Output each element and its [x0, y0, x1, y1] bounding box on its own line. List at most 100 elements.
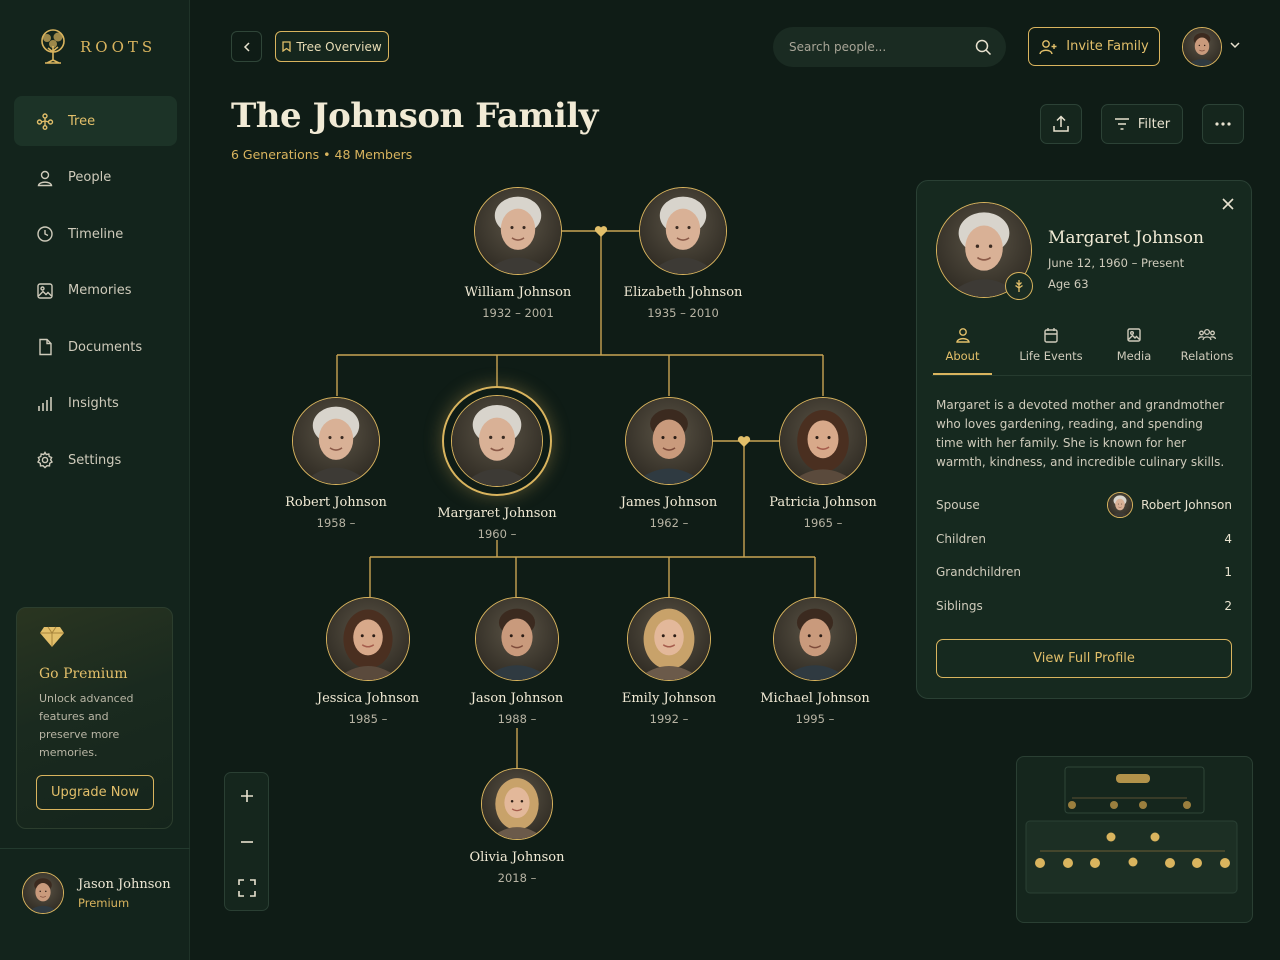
more-options-button[interactable]: [1202, 104, 1244, 144]
person-avatar: [779, 397, 867, 485]
tree-minimap[interactable]: [1016, 756, 1253, 923]
tab-relations[interactable]: Relations: [1172, 327, 1242, 375]
person-node[interactable]: William Johnson 1932 – 2001: [448, 187, 588, 320]
person-node-selected[interactable]: Margaret Johnson 1960 –: [427, 386, 567, 541]
share-button[interactable]: [1040, 104, 1082, 144]
tab-about[interactable]: About: [933, 327, 992, 375]
stat-label: Children: [936, 532, 986, 546]
gear-icon: [37, 451, 53, 469]
filter-label: Filter: [1137, 116, 1171, 132]
sidebar-item-tree[interactable]: Tree: [14, 96, 177, 146]
bookmark-icon: [282, 41, 291, 52]
tab-label: Media: [1116, 349, 1152, 363]
chevron-down-icon[interactable]: [1229, 40, 1241, 50]
sidebar-item-memories[interactable]: Memories: [14, 266, 177, 316]
person-node[interactable]: James Johnson 1962 –: [599, 397, 739, 530]
invite-family-button[interactable]: Invite Family: [1028, 27, 1160, 66]
zoom-in-button[interactable]: [225, 773, 268, 819]
tab-label: Life Events: [1019, 349, 1083, 363]
premium-title: Go Premium: [39, 666, 128, 682]
upgrade-now-button[interactable]: Upgrade Now: [36, 775, 154, 810]
search-icon[interactable]: [975, 39, 992, 56]
tab-label: Relations: [1180, 349, 1234, 363]
current-user[interactable]: Jason Johnson Premium: [22, 872, 171, 914]
calendar-icon: [1044, 328, 1058, 343]
bar-chart-icon: [38, 396, 52, 411]
account-avatar[interactable]: [1182, 27, 1222, 67]
clock-icon: [37, 226, 53, 242]
stat-spouse: Spouse Robert Johnson: [936, 492, 1232, 518]
person-name: Jason Johnson: [470, 691, 564, 706]
user-icon: [37, 170, 53, 186]
page-title: The Johnson Family: [231, 96, 598, 136]
back-button[interactable]: [231, 31, 262, 62]
person-node[interactable]: Patricia Johnson 1965 –: [753, 397, 893, 530]
person-avatar: [627, 597, 711, 681]
person-years: 1965 –: [803, 516, 843, 530]
tab-media[interactable]: Media: [1109, 327, 1159, 375]
search-input[interactable]: [789, 40, 975, 54]
stat-label: Grandchildren: [936, 565, 1021, 579]
expand-icon: [237, 879, 256, 897]
person-node[interactable]: Olivia Johnson 2018 –: [447, 768, 587, 885]
heart-icon: [594, 226, 608, 237]
sidebar-item-label: Memories: [68, 283, 132, 298]
document-icon: [39, 338, 52, 356]
sidebar-item-documents[interactable]: Documents: [14, 322, 177, 372]
diamond-icon: [40, 626, 64, 647]
stat-value: 1: [1224, 565, 1232, 579]
tab-label: About: [945, 349, 980, 363]
sidebar-item-label: People: [68, 170, 112, 185]
person-name: Elizabeth Johnson: [623, 285, 743, 300]
user-avatar: [22, 872, 64, 914]
zoom-out-button[interactable]: [225, 819, 268, 865]
heart-icon: [737, 436, 751, 447]
share-icon: [1053, 115, 1069, 132]
view-full-profile-button[interactable]: View Full Profile: [936, 639, 1232, 678]
breadcrumb-tree-overview[interactable]: Tree Overview: [275, 31, 389, 62]
profile-age: Age 63: [1048, 277, 1089, 291]
person-node[interactable]: Emily Johnson 1992 –: [599, 597, 739, 726]
person-node[interactable]: Jessica Johnson 1985 –: [298, 597, 438, 726]
stat-siblings: Siblings 2: [936, 599, 1232, 613]
sidebar-item-timeline[interactable]: Timeline: [14, 209, 177, 259]
image-icon: [37, 282, 53, 299]
tab-life-events[interactable]: Life Events: [1011, 327, 1091, 375]
person-node[interactable]: Robert Johnson 1958 –: [266, 397, 406, 530]
filter-button[interactable]: Filter: [1101, 104, 1183, 144]
premium-description: Unlock advanced features and preserve mo…: [39, 692, 134, 759]
person-years: 1962 –: [649, 516, 689, 530]
person-avatar: [639, 187, 727, 275]
wheat-icon: [1015, 280, 1023, 292]
stat-value: 2: [1224, 599, 1232, 613]
person-name: Olivia Johnson: [469, 850, 565, 865]
profile-badge: [1005, 272, 1033, 300]
person-avatar: [451, 395, 543, 487]
stat-value: 4: [1224, 532, 1232, 546]
image-icon: [1127, 328, 1141, 342]
app-logo[interactable]: ROOTS: [36, 28, 156, 66]
search-bar[interactable]: [773, 27, 1006, 67]
sidebar-item-insights[interactable]: Insights: [14, 379, 177, 429]
sidebar-item-people[interactable]: People: [14, 153, 177, 203]
profile-panel: Margaret Johnson June 12, 1960 – Present…: [916, 180, 1252, 699]
person-years: 1935 – 2010: [647, 306, 719, 320]
stat-value: Robert Johnson: [1141, 498, 1232, 512]
person-years: 1932 – 2001: [482, 306, 554, 320]
person-node[interactable]: Michael Johnson 1995 –: [745, 597, 885, 726]
person-node[interactable]: Jason Johnson 1988 –: [447, 597, 587, 726]
person-node[interactable]: Elizabeth Johnson 1935 – 2010: [613, 187, 753, 320]
minimap-preview: [1025, 766, 1238, 894]
fit-screen-button[interactable]: [225, 865, 268, 911]
spouse-link[interactable]: Robert Johnson: [1107, 492, 1232, 518]
person-years: 1988 –: [497, 712, 537, 726]
person-name: Jessica Johnson: [316, 691, 420, 706]
profile-name: Margaret Johnson: [1048, 228, 1204, 248]
person-name: Margaret Johnson: [437, 506, 557, 521]
sidebar-item-settings[interactable]: Settings: [14, 435, 177, 485]
sidebar-divider: [0, 848, 190, 849]
person-years: 1985 –: [348, 712, 388, 726]
close-icon[interactable]: [1221, 197, 1235, 211]
profile-bio: Margaret is a devoted mother and grandmo…: [936, 398, 1225, 469]
filter-icon: [1114, 118, 1129, 130]
